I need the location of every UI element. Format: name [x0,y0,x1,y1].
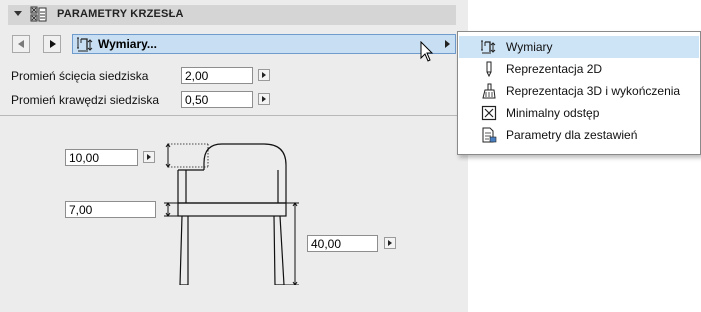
field-label-seat-edge-radius: Promień krawędzi siedziska [11,93,160,107]
collapse-triangle-icon[interactable] [14,11,22,16]
menu-item-label: Reprezentacja 2D [506,62,603,76]
seat-edge-radius-arrow-button[interactable] [258,93,270,105]
page-selector-menu: Wymiary Reprezentacja 2D Reprezentacja 3… [457,31,701,155]
section-divider [0,115,468,116]
previous-page-button[interactable] [12,35,30,53]
panel-title: PARAMETRY KRZESŁA [57,8,184,20]
dropdown-arrow-icon [445,40,450,48]
backrest-height-input[interactable]: 10,00 [65,149,138,166]
page-selector-label: Wymiary... [98,37,157,51]
panel-header[interactable]: PARAMETRY KRZESŁA [8,5,456,25]
chair-settings-icon [30,6,47,22]
clearance-icon [481,105,497,121]
chair-dimension-diagram [164,143,299,285]
dimensions-icon [481,40,496,54]
seat-height-input[interactable]: 40,00 [307,235,378,252]
schedule-icon [482,127,497,143]
menu-item-reprezentacja-3d[interactable]: Reprezentacja 3D i wykończenia [459,80,699,102]
menu-item-label: Reprezentacja 3D i wykończenia [506,84,681,98]
mouse-cursor-icon [420,41,434,62]
seat-height-arrow-button[interactable] [384,237,396,249]
seat-thickness-input[interactable]: 7,00 [65,201,156,218]
menu-item-label: Wymiary [506,40,553,54]
menu-item-wymiary[interactable]: Wymiary [459,36,699,58]
pencil-icon [486,61,492,77]
page-selector-dropdown[interactable]: Wymiary... [72,34,456,54]
settings-panel: PARAMETRY KRZESŁA Wymiary... Promień ści… [0,0,468,312]
field-label-seat-cut-radius: Promień ścięcia siedziska [11,69,149,83]
menu-item-reprezentacja-2d[interactable]: Reprezentacja 2D [459,58,699,80]
backrest-height-arrow-button[interactable] [143,151,155,163]
dimensions-icon [77,37,93,52]
paintbrush-icon [482,83,496,99]
arrow-right-icon [50,40,56,48]
seat-edge-radius-input[interactable]: 0,50 [181,91,253,108]
seat-cut-radius-arrow-button[interactable] [258,69,270,81]
menu-item-label: Parametry dla zestawień [506,128,638,142]
menu-item-label: Minimalny odstęp [506,106,600,120]
arrow-left-icon [18,40,24,48]
menu-item-minimalny-odstep[interactable]: Minimalny odstęp [459,102,699,124]
menu-item-parametry-zestawien[interactable]: Parametry dla zestawień [459,124,699,146]
next-page-button[interactable] [43,35,61,53]
seat-cut-radius-input[interactable]: 2,00 [181,67,253,84]
